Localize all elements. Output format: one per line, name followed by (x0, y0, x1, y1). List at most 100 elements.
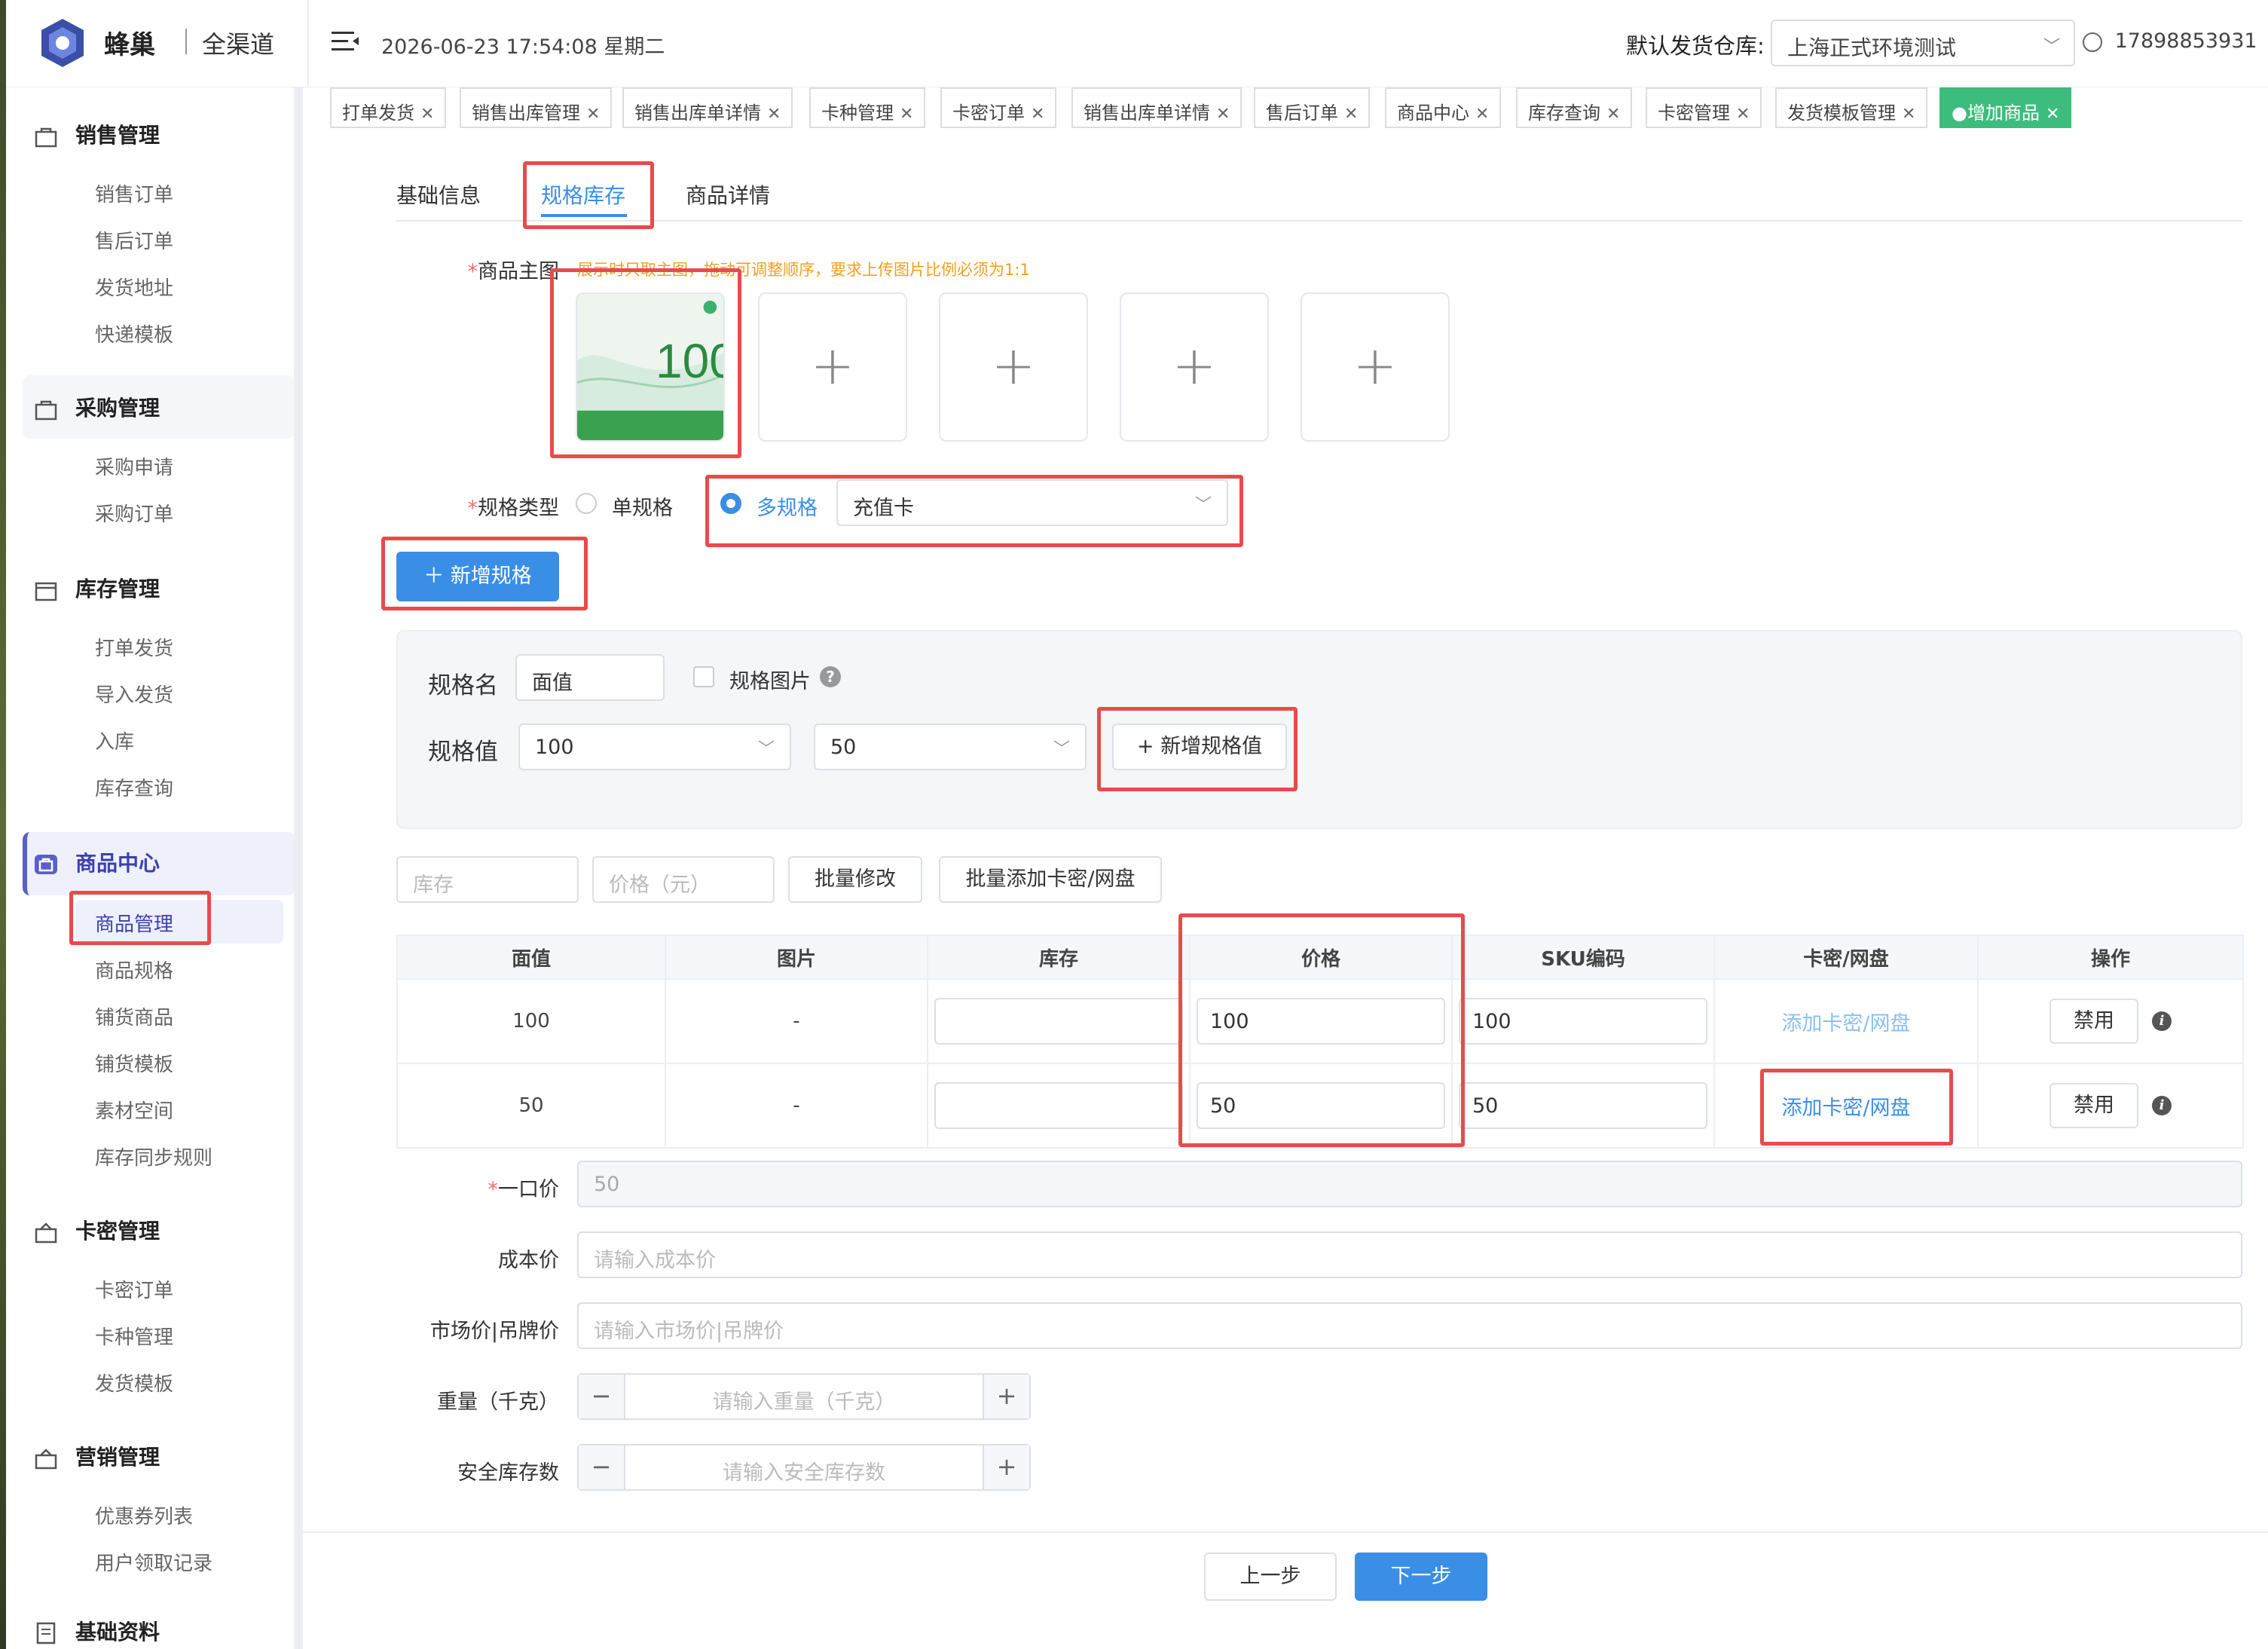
tab-add-product[interactable]: ●增加商品 ✕ (1939, 87, 2072, 128)
sidebar-item-stock-query[interactable]: 库存查询 (95, 773, 173, 801)
close-icon[interactable]: ✕ (1031, 105, 1044, 124)
sidebar-item-product-manage[interactable]: 商品管理 (95, 909, 173, 937)
sidebar-item-material-space[interactable]: 素材空间 (95, 1096, 173, 1124)
tab-card-orders[interactable]: 卡密订单 ✕ (940, 87, 1057, 128)
sidebar-item-purchase-orders[interactable]: 采购订单 (95, 499, 173, 527)
sidebar-item-express-template[interactable]: 快递模板 (95, 320, 173, 347)
tab-product-detail[interactable]: 商品详情 (686, 179, 770, 210)
sidebar-item-product-spec[interactable]: 商品规格 (95, 956, 173, 984)
sidebar-item-user-claims[interactable]: 用户领取记录 (95, 1548, 212, 1576)
tab-product-center[interactable]: 商品中心 ✕ (1385, 87, 1502, 128)
sidebar-item-ship-address[interactable]: 发货地址 (95, 273, 173, 301)
tab-print-ship[interactable]: 打单发货 ✕ (330, 87, 447, 128)
radio-single-spec[interactable] (576, 493, 597, 514)
tab-card-manage[interactable]: 卡密管理 ✕ (1646, 87, 1762, 128)
close-icon[interactable]: ✕ (1475, 105, 1489, 124)
close-icon[interactable]: ✕ (2046, 105, 2059, 124)
tab-after-sales[interactable]: 售后订单 ✕ (1254, 87, 1371, 128)
tab-card-type[interactable]: 卡种管理 ✕ (809, 87, 926, 128)
cost-price-input[interactable]: 请输入成本价 (577, 1231, 2242, 1278)
close-icon[interactable]: ✕ (900, 105, 913, 124)
sidebar-item-card-orders[interactable]: 卡密订单 (95, 1275, 173, 1303)
close-icon[interactable]: ✕ (1216, 105, 1230, 124)
upload-slot-4[interactable]: + (1120, 292, 1269, 442)
disable-button[interactable]: 禁用 (2049, 999, 2138, 1044)
batch-price-input[interactable]: 价格（元） (592, 856, 775, 903)
sidebar-item-stock-in[interactable]: 入库 (95, 727, 134, 754)
add-card-link[interactable]: 添加卡密/网盘 (1781, 1012, 1910, 1036)
spec-value-select-1[interactable]: 100 ﹀ (518, 724, 791, 770)
close-icon[interactable]: ✕ (1736, 105, 1750, 124)
tab-stock-query[interactable]: 库存查询 ✕ (1516, 87, 1633, 128)
info-icon[interactable]: i (2152, 1011, 2172, 1031)
add-spec-button[interactable]: ＋ 新增规格 (396, 552, 559, 601)
batch-edit-button[interactable]: 批量修改 (788, 856, 922, 903)
close-icon[interactable]: ✕ (1344, 105, 1358, 124)
sidebar-group-card-manage[interactable]: 卡密管理 (33, 1215, 160, 1245)
minus-icon[interactable]: − (579, 1446, 625, 1489)
stock-input[interactable] (934, 998, 1183, 1045)
weight-input[interactable]: 请输入重量（千克） (625, 1385, 983, 1415)
close-icon[interactable]: ✕ (767, 105, 781, 124)
multi-spec-label[interactable]: 多规格 (757, 491, 818, 521)
safety-stock-stepper[interactable]: − 请输入安全库存数 + (577, 1444, 1031, 1491)
sidebar-item-distribution-template[interactable]: 铺货模板 (95, 1049, 173, 1077)
spec-name-input[interactable]: 面值 (515, 654, 665, 701)
sidebar-group-sales[interactable]: 销售管理 (33, 119, 160, 149)
tab-outbound-detail-2[interactable]: 销售出库单详情 ✕ (1071, 87, 1243, 128)
upload-slot-3[interactable]: + (939, 292, 1088, 442)
sidebar-item-purchase-request[interactable]: 采购申请 (95, 452, 173, 480)
sidebar-group-basic-data[interactable]: 基础资料 (33, 1616, 160, 1646)
sidebar-item-distribution-product[interactable]: 铺货商品 (95, 1002, 173, 1030)
single-spec-label[interactable]: 单规格 (612, 491, 673, 521)
tab-basic-info[interactable]: 基础信息 (396, 179, 481, 210)
close-icon[interactable]: ✕ (420, 105, 434, 124)
tab-sales-outbound[interactable]: 销售出库管理 ✕ (460, 87, 613, 128)
batch-stock-input[interactable]: 库存 (396, 856, 579, 903)
sidebar-item-sales-orders[interactable]: 销售订单 (95, 179, 173, 207)
tab-spec-stock[interactable]: 规格库存 (541, 179, 625, 210)
upload-slot-2[interactable]: + (758, 292, 907, 442)
safety-stock-input[interactable]: 请输入安全库存数 (625, 1456, 983, 1485)
question-icon[interactable]: ? (820, 666, 841, 687)
sidebar-group-inventory[interactable]: 库存管理 (33, 573, 160, 603)
user-menu[interactable]: 17898853931 ﹀ (2083, 29, 2268, 53)
close-icon[interactable]: ✕ (586, 105, 600, 124)
sidebar-group-product-center[interactable]: 商品中心 (33, 847, 160, 877)
radio-multi-spec[interactable] (720, 493, 741, 514)
sidebar-item-after-sales[interactable]: 售后订单 (95, 226, 173, 254)
sku-code-input[interactable]: 50 (1459, 1082, 1707, 1129)
warehouse-select[interactable]: 上海正式环境测试 ﹀ (1771, 20, 2075, 66)
tab-ship-template[interactable]: 发货模板管理 ✕ (1775, 87, 1928, 128)
prev-step-button[interactable]: 上一步 (1204, 1553, 1337, 1601)
sidebar-item-coupon-list[interactable]: 优惠券列表 (95, 1501, 193, 1529)
close-icon[interactable]: ✕ (1606, 105, 1620, 124)
plus-icon[interactable]: + (983, 1375, 1029, 1418)
add-card-link[interactable]: 添加卡密/网盘 (1781, 1097, 1910, 1120)
sidebar-scrollbar[interactable] (294, 87, 303, 1649)
sidebar-group-purchase[interactable]: 采购管理 (33, 392, 160, 422)
sidebar-item-print-ship[interactable]: 打单发货 (95, 633, 173, 661)
fixed-price-input[interactable]: 50 (577, 1161, 2242, 1207)
plus-icon[interactable]: + (983, 1446, 1029, 1489)
market-price-input[interactable]: 请输入市场价|吊牌价 (577, 1302, 2242, 1349)
main-image-thumbnail[interactable]: 100 (576, 292, 725, 442)
minus-icon[interactable]: − (579, 1375, 625, 1418)
spec-template-select[interactable]: 充值卡 ﹀ (836, 479, 1228, 526)
close-icon[interactable]: ✕ (1902, 105, 1915, 124)
batch-add-card-button[interactable]: 批量添加卡密/网盘 (939, 856, 1162, 903)
weight-stepper[interactable]: − 请输入重量（千克） + (577, 1373, 1031, 1420)
price-input[interactable]: 100 (1197, 998, 1445, 1045)
upload-slot-5[interactable]: + (1301, 292, 1450, 442)
sidebar-item-stock-sync-rule[interactable]: 库存同步规则 (95, 1143, 212, 1170)
menu-fold-icon[interactable] (332, 30, 359, 53)
sku-code-input[interactable]: 100 (1459, 998, 1707, 1045)
price-input[interactable]: 50 (1197, 1082, 1445, 1129)
disable-button[interactable]: 禁用 (2049, 1083, 2138, 1128)
tab-outbound-detail[interactable]: 销售出库单详情 ✕ (622, 87, 793, 128)
add-spec-value-button[interactable]: + 新增规格值 (1112, 724, 1287, 770)
sidebar-item-ship-template[interactable]: 发货模板 (95, 1369, 173, 1397)
spec-value-select-2[interactable]: 50 ﹀ (814, 724, 1087, 770)
info-icon[interactable]: i (2152, 1096, 2172, 1115)
sidebar-item-import-ship[interactable]: 导入发货 (95, 680, 173, 708)
